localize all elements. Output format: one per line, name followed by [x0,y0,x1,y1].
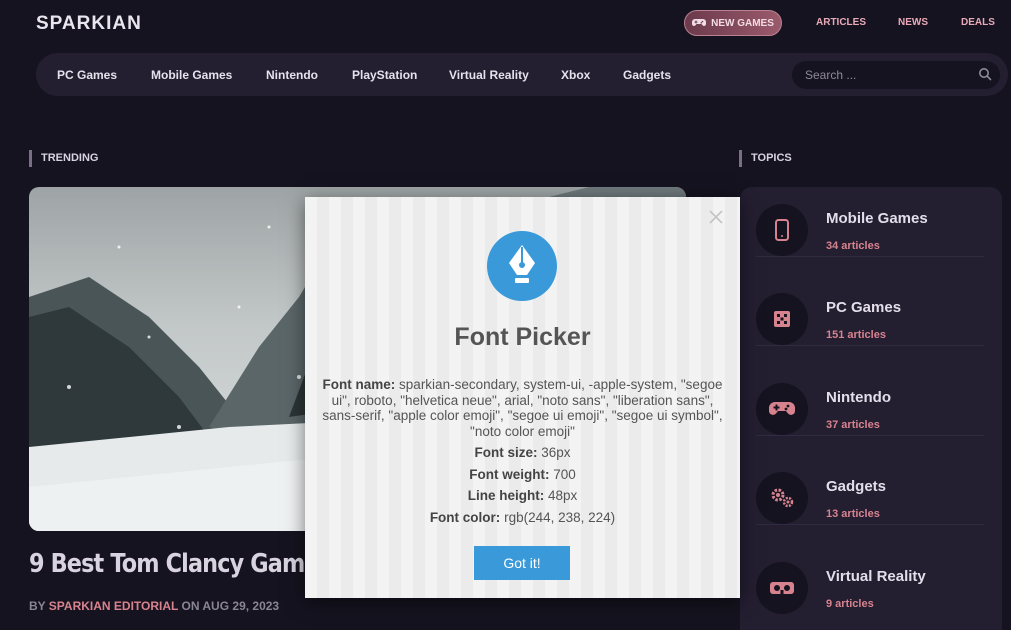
topic-name: Mobile Games [826,210,928,227]
topic-item-pc-games[interactable]: PC Games 151 articles [756,276,984,346]
topic-item-mobile-games[interactable]: Mobile Games 34 articles [756,187,984,257]
font-details: Font name: sparkian-secondary, system-ui… [319,377,726,531]
nav-item-pc-games[interactable]: PC Games [57,68,117,82]
article-byline: BY SPARKIAN EDITORIAL ON AUG 29, 2023 [29,599,279,613]
articles-link[interactable]: ARTICLES [816,17,866,28]
font-size-value: 36px [541,445,571,460]
font-size-label: Font size: [474,445,538,460]
topic-count: 151 articles [826,329,886,341]
font-weight-value: 700 [553,466,576,482]
topic-name: Gadgets [826,478,887,495]
font-color-value: rgb(244, 238, 224) [504,509,616,525]
font-weight-row: Font weight: 700 [319,467,726,483]
gamepad-icon [692,19,707,26]
modal-title: Font Picker [454,323,591,351]
line-height-value: 48px [547,488,578,503]
topic-name: PC Games [826,299,902,316]
new-games-label: NEW GAMES [711,17,774,29]
gamepad-icon [756,383,808,435]
nav-item-mobile-games[interactable]: Mobile Games [151,68,232,82]
topics-heading: TOPICS [739,150,792,167]
pen-nib-icon [487,231,557,301]
topics-panel: Mobile Games 34 articles PC Games 151 ar… [740,187,1002,630]
line-height-row: Line height: 48px [319,488,726,504]
new-games-button[interactable]: NEW GAMES [684,10,782,36]
byline-date: ON AUG 29, 2023 [181,599,280,613]
top-bar: SPARKIAN NEW GAMES ARTICLES NEWS DEALS [0,0,1011,46]
nav-item-virtual-reality[interactable]: Virtual Reality [449,68,529,82]
font-color-row: Font color: rgb(244, 238, 224) [319,510,726,526]
font-size-row: Font size: 36px [319,445,726,461]
deals-link[interactable]: DEALS [961,17,995,28]
topic-name: Virtual Reality [826,568,926,585]
byline-prefix: BY [29,599,46,613]
nav-item-nintendo[interactable]: Nintendo [266,68,318,82]
font-weight-label: Font weight: [469,466,550,482]
nav-item-playstation[interactable]: PlayStation [352,68,417,82]
gears-icon [756,472,808,524]
category-nav: PC Games Mobile Games Nintendo PlayStati… [36,53,1008,96]
phone-icon [756,204,808,256]
vr-headset-icon [756,562,808,614]
search-input[interactable] [792,61,1000,89]
article-title[interactable]: 9 Best Tom Clancy Games [29,549,332,579]
got-it-button[interactable]: Got it! [474,546,570,580]
close-icon[interactable] [708,209,724,225]
topic-count: 13 articles [826,508,880,520]
font-picker-modal: Font Picker Font name: sparkian-secondar… [305,197,740,598]
topic-count: 9 articles [826,598,874,610]
chip-icon [756,293,808,345]
topic-item-gadgets[interactable]: Gadgets 13 articles [756,455,984,525]
topic-count: 37 articles [826,419,880,431]
line-height-label: Line height: [467,488,545,503]
site-logo[interactable]: SPARKIAN [36,13,142,35]
nav-item-gadgets[interactable]: Gadgets [623,68,671,82]
topic-count: 34 articles [826,240,880,252]
font-name-label: Font name: [322,377,396,392]
topic-item-virtual-reality[interactable]: Virtual Reality 9 articles [756,545,984,615]
topic-item-nintendo[interactable]: Nintendo 37 articles [756,366,984,436]
trending-heading: TRENDING [29,150,98,167]
nav-item-xbox[interactable]: Xbox [561,68,590,82]
news-link[interactable]: NEWS [898,17,928,28]
author-link[interactable]: SPARKIAN EDITORIAL [49,599,178,613]
font-color-label: Font color: [429,509,501,525]
topic-name: Nintendo [826,389,891,406]
search-icon[interactable] [978,67,992,81]
font-name-row: Font name: sparkian-secondary, system-ui… [319,377,726,439]
